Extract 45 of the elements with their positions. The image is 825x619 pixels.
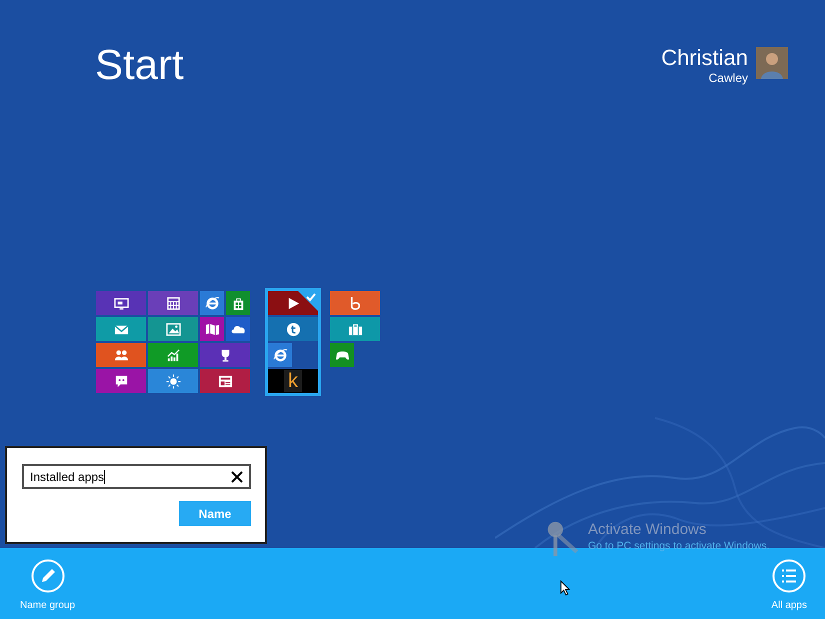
app-tile[interactable] [96, 369, 146, 393]
calendar-icon [166, 296, 180, 310]
tile-group[interactable]: k [265, 288, 321, 396]
activation-title: Activate Windows [588, 520, 708, 539]
app-tile[interactable] [226, 291, 250, 315]
browser-icon [204, 296, 220, 310]
browser-icon [272, 348, 288, 362]
image-icon [166, 322, 180, 336]
app-tile[interactable] [200, 343, 250, 367]
app-tile[interactable] [148, 369, 198, 393]
user-first-name: Christian [661, 47, 748, 69]
app-tile[interactable] [268, 317, 318, 341]
user-last-name: Cawley [708, 70, 748, 87]
sun-icon [166, 374, 180, 388]
app-tile[interactable] [268, 291, 318, 315]
chat-icon [114, 374, 128, 388]
chart-icon [166, 348, 180, 362]
app-tile[interactable] [200, 369, 250, 393]
clear-icon[interactable] [231, 470, 243, 482]
group-name-field[interactable]: Installed apps [22, 464, 251, 489]
cursor-icon [560, 580, 571, 597]
app-tile[interactable] [148, 291, 198, 315]
list-icon [772, 559, 806, 593]
app-tile[interactable] [96, 317, 146, 341]
app-tile[interactable] [96, 291, 146, 315]
app-tile[interactable] [330, 317, 380, 341]
app-tile[interactable] [96, 343, 146, 367]
map-icon [204, 322, 220, 336]
app-tile[interactable] [330, 291, 380, 315]
app-tile[interactable] [226, 317, 250, 341]
people-icon [114, 348, 128, 362]
start-title: Start [95, 40, 184, 90]
app-tile[interactable] [148, 343, 198, 367]
pencil-icon [30, 559, 65, 593]
app-tile[interactable] [268, 343, 292, 367]
avatar-icon[interactable] [756, 47, 788, 79]
monitor-icon [114, 296, 128, 310]
app-tile[interactable] [330, 343, 354, 367]
suitcase-icon [348, 322, 362, 336]
app-tile[interactable]: k [268, 369, 318, 393]
app-tile[interactable] [200, 317, 224, 341]
app-tile[interactable] [148, 317, 198, 341]
app-tile[interactable] [200, 291, 224, 315]
selection-check-icon [298, 291, 318, 311]
newspaper-icon [218, 374, 232, 388]
